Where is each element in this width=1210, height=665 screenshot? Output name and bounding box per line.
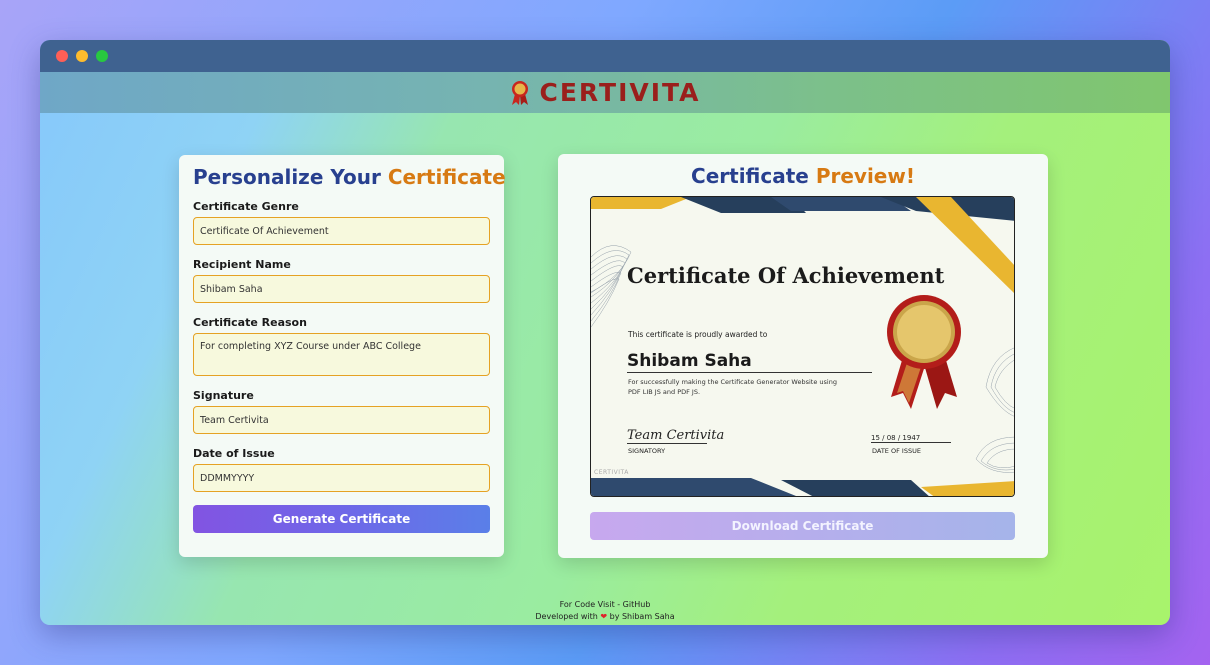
certificate-recipient-name: Shibam Saha: [627, 351, 872, 373]
window-titlebar: [40, 40, 1170, 72]
signature-label: Signature: [193, 389, 254, 402]
certificate-reason-text: For successfully making the Certificate …: [628, 378, 837, 396]
browser-window: CERTIVITA Personalize Your Certificate C…: [40, 40, 1170, 625]
certificate-heading: Certificate Of Achievement: [627, 263, 945, 288]
certificate-date-label: DATE OF ISSUE: [872, 447, 921, 455]
certificate-signature: Team Certivita: [627, 428, 725, 444]
certificate-preview-card: Certificate Preview! Certificate Of Achi…: [558, 154, 1048, 558]
recipient-input[interactable]: Shibam Saha: [193, 275, 490, 303]
genre-input[interactable]: Certificate Of Achievement: [193, 217, 490, 245]
certificate-watermark: CERTIVITA: [594, 469, 629, 476]
footer-github-link[interactable]: For Code Visit - GitHub: [40, 599, 1170, 611]
certificate-form-card: Personalize Your Certificate Certificate…: [179, 155, 506, 557]
date-input[interactable]: DDMMYYYY: [193, 464, 490, 492]
heart-icon: ❤: [600, 612, 608, 621]
page-footer: For Code Visit - GitHub Developed with ❤…: [40, 599, 1170, 623]
date-label: Date of Issue: [193, 447, 275, 460]
maximize-window-button[interactable]: [96, 50, 108, 62]
generate-certificate-button[interactable]: Generate Certificate: [193, 505, 490, 533]
certificate-signatory-label: SIGNATORY: [628, 447, 666, 455]
download-certificate-button[interactable]: Download Certificate: [590, 512, 1015, 540]
header-brand-bar: CERTIVITA: [40, 72, 1170, 113]
genre-label: Certificate Genre: [193, 200, 299, 213]
signature-input[interactable]: Team Certivita: [193, 406, 490, 434]
reason-textarea[interactable]: For completing XYZ Course under ABC Coll…: [193, 333, 490, 376]
certificate-preview: Certificate Of Achievement This certific…: [590, 196, 1015, 497]
preview-title: Certificate Preview!: [691, 164, 915, 188]
form-title: Personalize Your Certificate: [193, 165, 506, 189]
brand-name: CERTIVITA: [539, 78, 701, 107]
certificate-date: 15 / 08 / 1947: [871, 434, 951, 443]
recipient-label: Recipient Name: [193, 258, 291, 271]
reason-label: Certificate Reason: [193, 316, 307, 329]
minimize-window-button[interactable]: [76, 50, 88, 62]
footer-credit: Developed with ❤ by Shibam Saha: [535, 612, 675, 621]
ribbon-award-icon: [512, 80, 529, 105]
certificate-awarded-text: This certificate is proudly awarded to: [628, 330, 768, 339]
close-window-button[interactable]: [56, 50, 68, 62]
